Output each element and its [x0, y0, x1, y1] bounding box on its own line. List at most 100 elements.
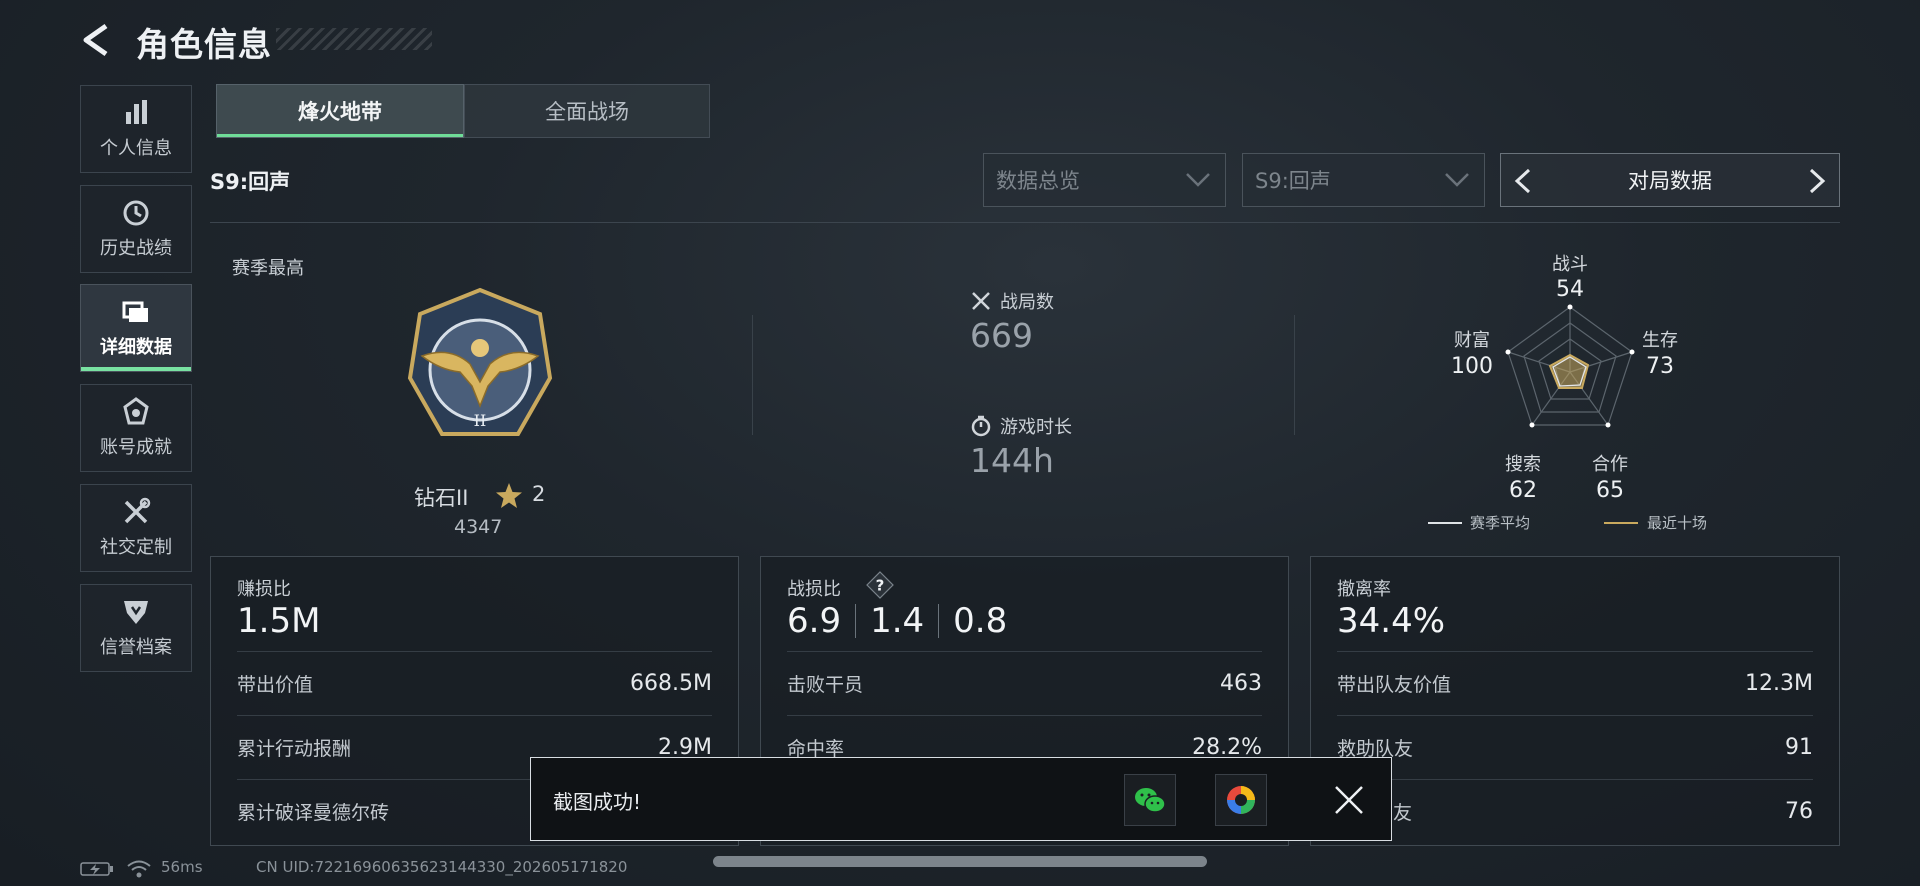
battery-icon	[80, 862, 113, 876]
card-title: 战损比	[787, 579, 841, 600]
medal-icon	[123, 397, 149, 425]
sidebar-item-social[interactable]: 社交定制	[80, 484, 192, 572]
chevron-down-icon	[1445, 173, 1469, 187]
legend-line-recent-ten	[1604, 522, 1638, 524]
sidebar-item-label: 社交定制	[100, 537, 172, 558]
row-label: 累计行动报酬	[237, 738, 352, 760]
radar-label-combat: 战斗	[1552, 254, 1588, 275]
back-arrow-icon[interactable]	[78, 22, 114, 58]
playtime-label: 游戏时长	[1000, 417, 1072, 438]
kd-ratio-values: 6.9 1.4 0.8	[787, 601, 1007, 641]
row-label: 带出价值	[237, 674, 314, 696]
star-icon	[496, 483, 522, 508]
sidebar-item-label: 历史战绩	[100, 238, 172, 259]
stopwatch-icon	[971, 415, 991, 437]
close-icon[interactable]	[1333, 784, 1365, 816]
matches-label: 战局数	[1000, 292, 1054, 313]
chevron-down-icon	[1186, 173, 1210, 187]
chevron-right-icon[interactable]	[1805, 167, 1829, 195]
wifi-icon	[127, 860, 151, 878]
kd-value: 0.8	[953, 601, 1008, 641]
legend-season-average: 赛季平均	[1470, 514, 1531, 532]
row-value: 91	[1785, 735, 1813, 760]
svg-text:II: II	[474, 411, 487, 430]
rank-name: 钻石II	[414, 486, 469, 510]
card-value: 1.5M	[237, 601, 321, 641]
stat-view-selector[interactable]: 对局数据	[1500, 153, 1840, 207]
title-decoration	[276, 28, 432, 50]
data-type-dropdown[interactable]: 数据总览	[983, 153, 1226, 207]
legend-line-season-average	[1428, 522, 1462, 524]
stat-row: 带出价值 668.5M	[237, 651, 712, 715]
season-best-label: 赛季最高	[232, 258, 304, 279]
chevron-left-icon[interactable]	[1511, 167, 1535, 195]
divider	[752, 315, 753, 435]
wechat-icon	[1135, 788, 1166, 813]
row-label: 带出队友价值	[1337, 674, 1452, 696]
sidebar-item-history[interactable]: 历史战绩	[80, 185, 192, 273]
svg-text:?: ?	[876, 577, 885, 595]
row-value: 12.3M	[1745, 671, 1813, 696]
divider	[938, 604, 940, 638]
card-title: 撤离率	[1337, 579, 1391, 600]
uid-text: CN UID:72216960635623144330_202605171820	[256, 858, 628, 876]
sidebar-item-label: 账号成就	[100, 437, 172, 458]
share-album-button[interactable]	[1215, 774, 1267, 826]
card-value: 34.4%	[1337, 601, 1446, 641]
bar-chart-icon	[126, 100, 147, 124]
season-label: S9:回声	[210, 170, 291, 194]
dropdown-value: S9:回声	[1255, 169, 1331, 193]
row-label: 击败干员	[787, 674, 864, 696]
card-title: 赚损比	[237, 579, 291, 600]
rank-star-count: 2	[532, 482, 546, 506]
radar-label-survival: 生存	[1642, 330, 1678, 351]
tab-full-battlefield[interactable]: 全面战场	[464, 84, 710, 138]
radar-value-survival: 73	[1646, 354, 1674, 379]
radar-label-wealth: 财富	[1454, 330, 1490, 351]
screenshot-toast: 截图成功!	[530, 757, 1392, 841]
shield-icon	[124, 601, 148, 624]
row-label: 累计破译曼德尔砖	[237, 802, 390, 824]
row-value: 76	[1785, 799, 1813, 824]
divider	[1294, 315, 1295, 435]
home-indicator[interactable]	[713, 856, 1207, 867]
radar-value-search: 62	[1509, 478, 1537, 503]
divider	[855, 604, 857, 638]
dropdown-value: 数据总览	[996, 169, 1080, 193]
help-icon[interactable]: ?	[866, 571, 894, 599]
sidebar-item-label: 详细数据	[100, 337, 172, 358]
sidebar-item-achievements[interactable]: 账号成就	[80, 384, 192, 472]
radar-value-combat: 54	[1556, 277, 1584, 302]
sidebar-item-detailed-data[interactable]: 详细数据	[80, 284, 192, 372]
legend-recent-ten: 最近十场	[1647, 514, 1708, 532]
photo-album-icon	[1227, 786, 1255, 814]
ping-indicator: 56ms	[161, 858, 203, 876]
season-dropdown[interactable]: S9:回声	[1242, 153, 1485, 207]
toast-message: 截图成功!	[553, 790, 642, 814]
recent-ten-polygon	[1548, 353, 1590, 389]
stat-row: 友 76	[1337, 779, 1813, 843]
stat-row: 带出队友价值 12.3M	[1337, 651, 1813, 715]
page-title: 角色信息	[136, 25, 272, 64]
matches-value: 669	[970, 316, 1033, 355]
row-value: 668.5M	[630, 671, 712, 696]
radar-value-wealth: 100	[1451, 354, 1493, 379]
share-wechat-button[interactable]	[1124, 774, 1176, 826]
stat-row: 击败干员 463	[787, 651, 1262, 715]
radar-value-cooperation: 65	[1596, 478, 1624, 503]
sidebar-item-reputation[interactable]: 信誉档案	[80, 584, 192, 672]
history-icon	[123, 200, 149, 226]
sidebar-item-personal-info[interactable]: 个人信息	[80, 85, 192, 173]
stat-view-label: 对局数据	[1628, 169, 1712, 193]
rank-points: 4347	[454, 516, 503, 538]
tab-hazard-zone[interactable]: 烽火地带	[216, 84, 464, 138]
radar-label-cooperation: 合作	[1592, 454, 1628, 475]
diamond-rank-emblem: II	[407, 287, 553, 436]
kd-value: 1.4	[870, 601, 925, 641]
kd-value: 6.9	[787, 601, 842, 641]
divider	[210, 222, 1840, 223]
sidebar-item-label: 信誉档案	[100, 637, 172, 658]
row-value: 463	[1220, 671, 1262, 696]
sidebar-item-label: 个人信息	[100, 138, 172, 159]
playtime-value: 144h	[970, 441, 1054, 480]
